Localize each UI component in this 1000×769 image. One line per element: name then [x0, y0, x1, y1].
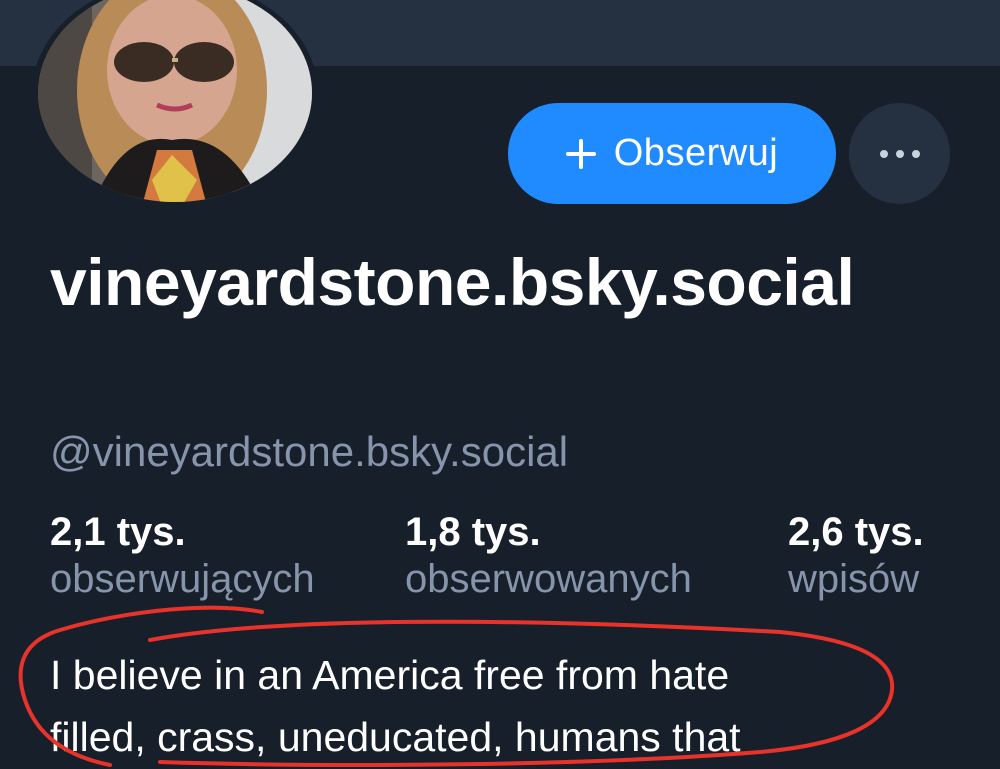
followers-count: 2,1 tys.	[50, 510, 186, 554]
followers-stat[interactable]: 2,1 tys. obserwujących	[50, 508, 315, 602]
following-label: obserwowanych	[405, 557, 692, 601]
ellipsis-icon	[876, 149, 924, 158]
posts-label: wpisów	[788, 557, 920, 601]
more-options-button[interactable]	[849, 103, 950, 204]
profile-handle: @vineyardstone.bsky.social	[50, 428, 569, 475]
follow-button[interactable]: Obserwuj	[508, 103, 836, 204]
posts-count: 2,6 tys.	[788, 510, 924, 554]
avatar[interactable]	[32, 0, 318, 206]
plus-icon	[565, 138, 596, 169]
followers-label: obserwujących	[50, 557, 315, 601]
following-count: 1,8 tys.	[405, 510, 541, 554]
profile-page: Obserwuj vineyardstone.bsky.social @vine…	[0, 0, 1000, 769]
follow-button-label: Obserwuj	[613, 132, 779, 174]
profile-display-name: vineyardstone.bsky.social	[50, 245, 855, 319]
posts-stat: 2,6 tys. wpisów	[788, 508, 924, 602]
profile-bio: I believe in an America free from hate f…	[50, 652, 741, 760]
avatar-photo	[38, 0, 312, 202]
following-stat[interactable]: 1,8 tys. obserwowanych	[405, 508, 692, 602]
